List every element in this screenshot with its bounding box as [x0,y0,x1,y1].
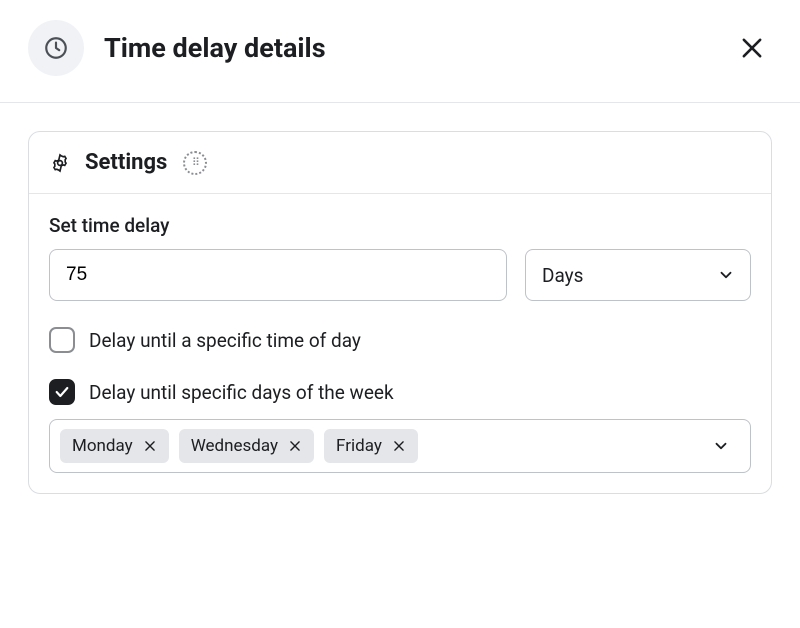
gear-icon [49,152,71,174]
remove-day-button[interactable] [392,439,406,453]
close-icon [288,439,302,453]
day-tag-label: Monday [72,436,133,456]
header-icon-container [28,20,84,76]
delay-unit-select[interactable]: Days [525,249,751,301]
day-tag: Friday [324,429,418,463]
time-of-day-checkbox[interactable] [49,327,75,353]
remove-day-button[interactable] [288,439,302,453]
panel-header: Time delay details [0,0,800,103]
close-icon [738,34,766,62]
days-of-week-row: Delay until specific days of the week [49,379,751,405]
delay-input-row: Days [49,249,751,301]
settings-card-header: Settings [29,132,771,194]
chevron-down-icon [712,437,730,455]
day-tag: Wednesday [179,429,314,463]
panel-content: Settings Set time delay Days Delay until… [0,103,800,522]
close-icon [143,439,157,453]
drag-handle-icon[interactable] [183,151,207,175]
settings-card-body: Set time delay Days Delay until a specif… [29,194,771,493]
settings-card: Settings Set time delay Days Delay until… [28,131,772,494]
remove-day-button[interactable] [143,439,157,453]
delay-value-input[interactable] [49,249,507,301]
settings-title: Settings [85,150,167,175]
check-icon [54,384,70,400]
panel-title: Time delay details [104,32,732,64]
day-tag: Monday [60,429,169,463]
day-tag-label: Friday [336,436,382,456]
delay-unit-value: Days [525,249,751,301]
close-button[interactable] [732,28,772,68]
days-of-week-label: Delay until specific days of the week [89,381,394,404]
time-of-day-label: Delay until a specific time of day [89,329,361,352]
close-icon [392,439,406,453]
days-multiselect[interactable]: Monday Wednesday Friday [49,419,751,473]
clock-icon [43,35,69,61]
day-tag-label: Wednesday [191,436,278,456]
time-of-day-row: Delay until a specific time of day [49,327,751,353]
days-of-week-checkbox[interactable] [49,379,75,405]
delay-label: Set time delay [49,214,751,237]
